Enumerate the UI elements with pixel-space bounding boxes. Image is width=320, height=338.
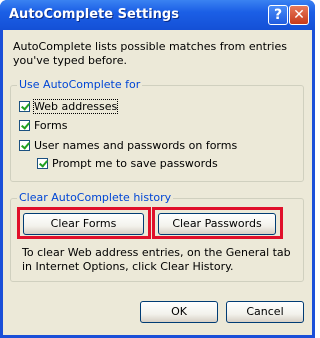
close-button[interactable]: ✕: [289, 5, 309, 25]
web-addresses-checkbox[interactable]: [19, 101, 30, 112]
title-bar[interactable]: AutoComplete Settings ? ✕: [0, 0, 315, 30]
ok-button[interactable]: OK: [140, 301, 218, 323]
use-autocomplete-group: Use AutoComplete for Web addresses Forms…: [10, 78, 304, 182]
autocomplete-settings-dialog: AutoComplete Settings ? ✕ AutoComplete l…: [0, 0, 315, 338]
prompt-save-passwords-label[interactable]: Prompt me to save passwords: [52, 157, 218, 170]
dialog-body: AutoComplete lists possible matches from…: [3, 30, 312, 335]
window-title: AutoComplete Settings: [9, 7, 179, 22]
cancel-button[interactable]: Cancel: [226, 301, 304, 323]
usernames-passwords-option[interactable]: User names and passwords on forms: [19, 139, 237, 152]
forms-checkbox[interactable]: [19, 120, 30, 131]
forms-label[interactable]: Forms: [34, 119, 67, 132]
clear-forms-button[interactable]: Clear Forms: [23, 213, 144, 235]
usernames-passwords-label[interactable]: User names and passwords on forms: [34, 139, 237, 152]
prompt-save-passwords-option[interactable]: Prompt me to save passwords: [37, 157, 218, 170]
prompt-save-passwords-checkbox[interactable]: [37, 158, 48, 169]
intro-text: AutoComplete lists possible matches from…: [13, 40, 287, 67]
web-addresses-option[interactable]: Web addresses: [19, 99, 119, 114]
clear-history-legend: Clear AutoComplete history: [17, 191, 174, 204]
use-autocomplete-legend: Use AutoComplete for: [17, 78, 143, 91]
usernames-passwords-checkbox[interactable]: [19, 140, 30, 151]
web-addresses-label[interactable]: Web addresses: [32, 99, 119, 114]
forms-option[interactable]: Forms: [19, 119, 67, 132]
clear-passwords-button[interactable]: Clear Passwords: [158, 213, 276, 235]
clear-history-note: To clear Web address entries, on the Gen…: [22, 246, 291, 273]
help-button[interactable]: ?: [268, 5, 288, 25]
